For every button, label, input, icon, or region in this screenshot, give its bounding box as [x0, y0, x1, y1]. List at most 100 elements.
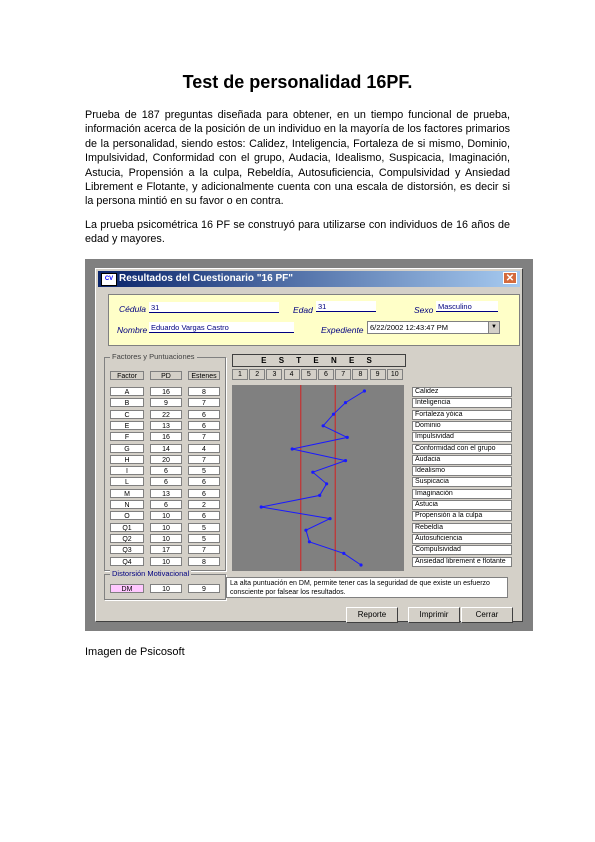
distortion-group-title: Distorsión Motivacional [110, 569, 192, 578]
scale-cell: 10 [386, 369, 403, 380]
scale-cell: 7 [335, 369, 352, 380]
scale-cell: 9 [369, 369, 386, 380]
profile-chart [232, 385, 404, 571]
pd-cell: 6 [150, 466, 182, 476]
sexo-field[interactable]: Masculino [436, 301, 498, 312]
trait-label: Conformidad con el grupo [412, 443, 512, 454]
age-paragraph: La prueba psicométrica 16 PF se construy… [85, 219, 510, 246]
profile-point [290, 447, 294, 451]
estenes-cell: 6 [188, 477, 220, 487]
pd-cell: 10 [150, 522, 182, 532]
cedula-label: Cédula [119, 304, 146, 314]
window-title: Resultados del Cuestionario "16 PF" [119, 273, 293, 284]
nombre-label: Nombre [117, 325, 148, 335]
profile-point [304, 528, 308, 532]
estenes-cell: 6 [188, 511, 220, 521]
estenes-cell: 5 [188, 533, 220, 543]
trait-label: Ansiedad librement e flotante [412, 556, 512, 567]
scale-cell: 5 [300, 369, 317, 380]
nombre-field[interactable]: Eduardo Vargas Castro [149, 322, 294, 333]
estenes-cell: 7 [188, 545, 220, 555]
imprimir-button[interactable]: Imprimir [408, 607, 460, 623]
factor-cell: Q1 [110, 522, 144, 532]
factor-cell: O [110, 511, 144, 521]
pd-cell: 10 [150, 533, 182, 543]
scale-cell: 4 [283, 369, 300, 380]
patient-header: Cédula 31 Edad 31 Sexo Masculino Nombre … [108, 294, 520, 346]
chevron-down-icon[interactable]: ▼ [488, 322, 499, 333]
trait-label: Dominio [412, 420, 512, 431]
cerrar-button[interactable]: Cerrar [461, 607, 513, 623]
factor-cell: L [110, 477, 144, 487]
trait-label: Autosuficiencia [412, 533, 512, 544]
factor-cell: Q3 [110, 545, 144, 555]
pd-cell: 17 [150, 545, 182, 555]
trait-label: Impulsividad [412, 432, 512, 443]
dm-estenes: 9 [188, 584, 220, 593]
pd-cell: 6 [150, 500, 182, 509]
estenes-cell: 8 [188, 387, 220, 396]
title-bar[interactable]: CV Resultados del Cuestionario "16 PF" ✕ [98, 271, 520, 287]
profile-point [307, 540, 311, 544]
expediente-label: Expediente [321, 325, 364, 335]
estenes-cell: 5 [188, 466, 220, 476]
trait-label: Inteligencia [412, 398, 512, 409]
pd-cell: 10 [150, 511, 182, 521]
profile-point [342, 551, 346, 555]
estenes-cell: 7 [188, 454, 220, 464]
estenes-cell: 6 [188, 420, 220, 430]
scale-cell: 8 [352, 369, 369, 380]
estenes-title: E S T E N E S [232, 354, 406, 367]
trait-label: Astucia [412, 500, 512, 510]
factors-header-cell: PD [150, 371, 182, 380]
factors-header-cell: Factor [110, 371, 144, 380]
factor-cell: Q4 [110, 556, 144, 566]
trait-label: Calidez [412, 387, 512, 397]
factor-cell: E [110, 420, 144, 430]
pd-cell: 13 [150, 488, 182, 498]
pd-cell: 16 [150, 432, 182, 442]
profile-point [328, 517, 332, 521]
trait-label: Audacia [412, 454, 512, 465]
estenes-cell: 4 [188, 443, 220, 453]
pd-cell: 22 [150, 409, 182, 419]
estenes-cell: 6 [188, 409, 220, 419]
trait-label: Propensión a la culpa [412, 511, 512, 522]
results-window: CV Resultados del Cuestionario "16 PF" ✕… [95, 268, 523, 623]
dm-pd: 10 [150, 584, 182, 593]
reporte-button[interactable]: Reporte [346, 607, 398, 623]
profile-point [321, 424, 325, 428]
cedula-field[interactable]: 31 [149, 302, 279, 313]
estenes-cell: 7 [188, 398, 220, 408]
profile-line [261, 390, 365, 566]
trait-label: Fortaleza yóica [412, 409, 512, 420]
factor-cell: Q2 [110, 533, 144, 543]
estenes-cell: 8 [188, 556, 220, 566]
profile-point [318, 493, 322, 497]
trait-label: Imaginación [412, 488, 512, 499]
close-icon[interactable]: ✕ [503, 272, 517, 284]
trait-label: Suspicacia [412, 477, 512, 488]
profile-point [345, 435, 349, 439]
estenes-cell: 5 [188, 522, 220, 532]
factor-cell: G [110, 443, 144, 453]
profile-point [259, 505, 263, 509]
profile-point [359, 563, 363, 567]
expediente-dropdown[interactable]: 6/22/2002 12:43:47 PM ▼ [367, 321, 500, 334]
screenshot-image: CV Resultados del Cuestionario "16 PF" ✕… [85, 259, 533, 631]
profile-chart-svg [259, 385, 367, 571]
intro-paragraph: Prueba de 187 preguntas diseñada para ob… [85, 109, 510, 208]
pd-cell: 14 [150, 443, 182, 453]
factors-group-title: Factores y Puntuaciones [110, 352, 197, 361]
pd-cell: 6 [150, 477, 182, 487]
profile-point [343, 459, 348, 463]
image-caption: Imagen de Psicosoft [85, 646, 185, 658]
sexo-label: Sexo [414, 305, 434, 315]
app-icon: CV [101, 273, 117, 286]
edad-field[interactable]: 31 [316, 301, 376, 312]
profile-point [331, 412, 336, 416]
factor-cell: M [110, 488, 144, 498]
profile-point [325, 482, 329, 486]
factor-cell: C [110, 409, 144, 419]
scale-cell: 6 [318, 369, 334, 380]
